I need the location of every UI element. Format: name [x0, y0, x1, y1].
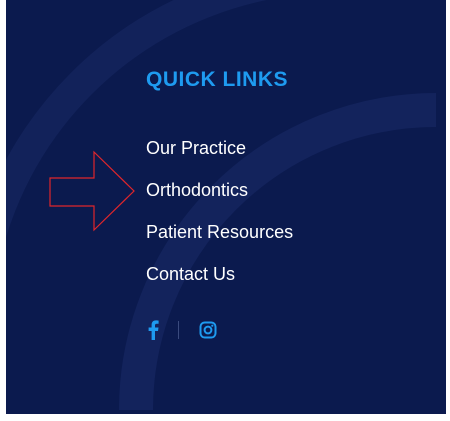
link-patient-resources[interactable]: Patient Resources — [146, 218, 293, 260]
link-our-practice[interactable]: Our Practice — [146, 134, 293, 176]
quick-links-heading: QUICK LINKS — [146, 68, 288, 91]
link-orthodontics[interactable]: Orthodontics — [146, 176, 293, 218]
link-contact-us[interactable]: Contact Us — [146, 260, 293, 302]
instagram-icon[interactable] — [199, 321, 217, 339]
red-arrow-annotation — [49, 150, 135, 232]
social-divider — [178, 321, 179, 339]
facebook-icon[interactable] — [146, 320, 160, 340]
quick-links-list: Our Practice Orthodontics Patient Resour… — [146, 134, 293, 302]
social-links — [146, 318, 217, 342]
quick-links-footer: QUICK LINKS Our Practice Orthodontics Pa… — [6, 0, 446, 414]
